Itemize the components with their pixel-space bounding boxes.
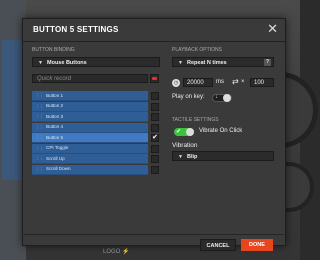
list-item[interactable]: ⋮⋮ Button 2 [32,101,160,112]
modal-title: BUTTON 5 SETTINGS [33,25,119,34]
help-icon[interactable]: ? [264,59,271,66]
checkbox[interactable] [151,113,159,121]
list-item[interactable]: ⋮⋮ Button 3 [32,112,160,122]
title-divider [23,41,285,42]
checkbox[interactable] [151,144,159,153]
checkbox[interactable] [151,123,159,132]
arrow-down-icon: ↓ [215,94,218,100]
vibrate-on-click-label: Vibrate On Click [199,128,243,134]
vibration-label: Vibration [172,142,198,149]
play-on-key-label: Play on key: [172,94,205,100]
repeat-times-icon: × [241,79,245,85]
list-item[interactable]: ⋮⋮ Scroll Up [32,154,160,164]
drag-handle-icon: ⋮⋮ [35,103,44,109]
checkbox-checked[interactable]: ✔ [151,134,159,142]
caret-down-icon: ▼ [178,60,183,66]
vibrate-toggle[interactable]: ✔ [174,128,194,136]
repeat-count-input[interactable]: 100 [250,78,274,87]
toggle-knob [186,128,194,136]
list-item[interactable]: ⋮⋮ Scroll Down [32,164,160,175]
record-button[interactable] [150,74,159,83]
cancel-button[interactable]: CANCEL [200,239,236,251]
drag-handle-icon: ⋮⋮ [35,145,44,151]
background-logo: LOGO ⚡ [103,249,130,255]
binding-type-value: Mouse Buttons [47,60,87,66]
done-button[interactable]: DONE [241,239,273,251]
drag-handle-icon: ⋮⋮ [35,124,44,130]
toggle-knob [223,94,231,102]
background-highlight [2,40,22,180]
footer-divider [22,234,284,235]
caret-down-icon: ▼ [38,60,43,66]
checkbox[interactable] [151,165,159,174]
binding-type-dropdown[interactable]: ▼ Mouse Buttons [32,57,160,67]
list-item[interactable]: ⋮⋮ Button 1 [32,91,160,101]
delay-unit: ms [216,79,224,85]
list-item-selected[interactable]: ⋮⋮ Button 5 ✔ [32,133,160,143]
checkbox[interactable] [151,92,159,100]
playback-options-label: PLAYBACK OPTIONS [172,47,222,53]
check-icon: ✔ [152,134,158,141]
delay-input[interactable]: 20000 [183,78,213,87]
drag-handle-icon: ⋮⋮ [35,114,44,119]
button-binding-label: BUTTON BINDING [32,47,75,53]
playback-mode-value: Repeat N times [187,60,227,66]
drag-handle-icon: ⋮⋮ [35,135,44,140]
vibration-dropdown[interactable]: ▼ Blip [172,151,274,161]
drag-handle-icon: ⋮⋮ [35,166,44,172]
checkbox[interactable] [151,155,159,163]
playback-mode-dropdown[interactable]: ▼ Repeat N times ? [172,57,274,67]
checkbox[interactable] [151,102,159,111]
caret-down-icon: ▼ [178,154,183,160]
list-item[interactable]: ⋮⋮ Button 4 [32,122,160,133]
repeat-icon: ⇄ [232,77,239,86]
tactile-settings-label: TACTILE SETTINGS [172,117,219,123]
vibration-value: Blip [187,154,198,160]
clock-icon: ◷ [172,79,180,87]
close-icon[interactable]: ✕ [267,21,278,37]
list-item[interactable]: ⋮⋮ CPI Toggle [32,143,160,154]
drag-handle-icon: ⋮⋮ [35,156,44,161]
check-icon: ✔ [176,129,182,135]
binding-list: ⋮⋮ Button 1 ⋮⋮ Button 2 ⋮⋮ Button 3 ⋮⋮ Butto… [32,91,160,175]
play-on-key-toggle[interactable]: ↓ [212,94,232,102]
quick-record-input[interactable]: Quick record [32,74,148,83]
drag-handle-icon: ⋮⋮ [35,93,44,98]
